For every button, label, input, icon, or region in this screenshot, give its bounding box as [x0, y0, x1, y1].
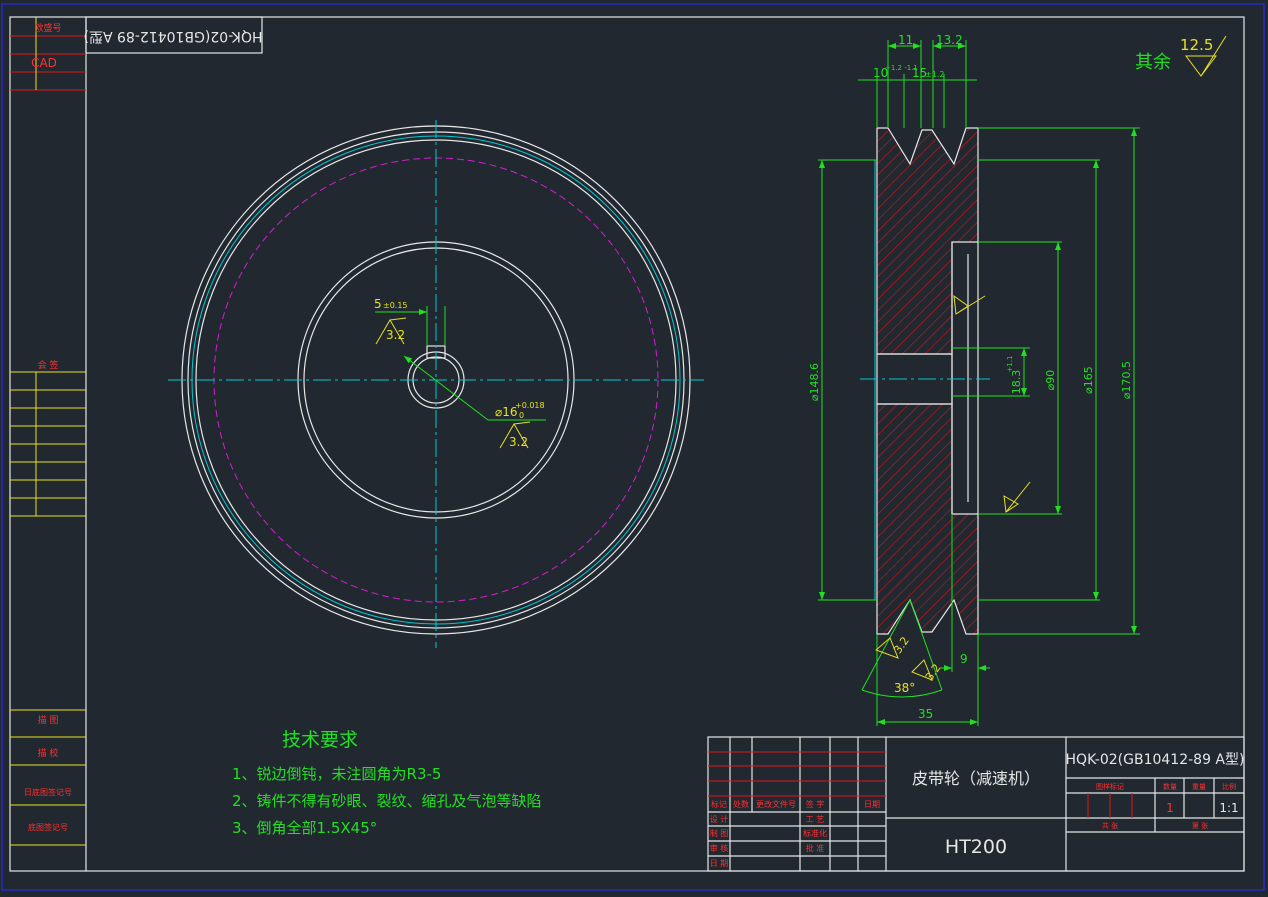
strip-label-6: 底图签记号: [28, 822, 68, 832]
dim-165: ⌀165: [1082, 366, 1095, 394]
dim-170-5: ⌀170.5: [1120, 361, 1133, 399]
keyway-dimension: 5 ±0.15 3.2: [374, 297, 446, 346]
scale-value: 1:1: [1219, 801, 1238, 815]
section-hatch-lower: [876, 403, 979, 635]
tb-row-1: 制 图: [710, 828, 729, 838]
drawing-number: HQK-02(GB10412-89 A型): [1066, 752, 1245, 768]
tb-hdr-3: 签 字: [806, 799, 825, 809]
bore-rough-text: 3.2: [509, 435, 528, 449]
surface-note: 其余 12.5: [1135, 35, 1227, 77]
tb-hdr-1: 处数: [733, 799, 749, 809]
dim-9: 9: [960, 652, 968, 666]
strip-label-4: 描 校: [38, 747, 59, 759]
section-hatch-upper: [876, 127, 979, 355]
rf-0: 共 张: [1102, 821, 1118, 830]
cad-drawing-canvas[interactable]: 欧盛号 CAD 会 签 描 图 描 校 日底图签记号 底图签记号 HQK-02(…: [0, 0, 1268, 897]
dim-90: ⌀90: [1044, 370, 1057, 391]
tb-mid-1: 标准化: [803, 828, 827, 838]
rf-1: 第 张: [1192, 821, 1208, 830]
bore-tol-lower: 0: [519, 411, 524, 420]
rh-0: 图样标记: [1096, 782, 1124, 791]
dim-18-3-tol: +1.1: [1006, 356, 1014, 373]
tech-item-1: 1、锐边倒钝，未注圆角为R3-5: [232, 765, 441, 783]
part-name: 皮带轮（减速机）: [912, 769, 1040, 788]
tb-hdr-4: 日期: [864, 800, 880, 809]
keyway-tol-text: ±0.15: [383, 301, 408, 310]
surface-note-value: 12.5: [1180, 36, 1213, 54]
top-dimensions: 11 13.2 10 +1.2 -1.1 15 ±1.2: [858, 33, 977, 128]
surface-note-label: 其余: [1135, 52, 1171, 73]
dim-angle-38: 38°: [894, 681, 915, 695]
tb-mid-0: 工 艺: [806, 815, 825, 824]
strip-label-2: 会 签: [38, 359, 59, 371]
tb-hdr-2: 更改文件号: [756, 799, 796, 809]
bore-dimension: ⌀16 +0.018 0 3.2: [403, 355, 546, 449]
tb-hdr-0: 标记: [711, 799, 727, 809]
dim-13-2: 13.2: [936, 33, 963, 47]
rotated-title-text: HQK-02(GB10412-89 A型): [84, 28, 263, 44]
pulley-section-view[interactable]: 11 13.2 10 +1.2 -1.1 15 ±1.2 ⌀148.6 ⌀90 …: [808, 33, 1140, 726]
bore-tol-upper: +0.018: [515, 401, 545, 410]
title-block[interactable]: 标记 处数 更改文件号 签 字 日期 设 计 制 图 审 核 日 期 工 艺 标…: [707, 736, 1245, 872]
rh-2: 重量: [1192, 783, 1206, 791]
tech-item-3: 3、倒角全部1.5X45°: [232, 819, 377, 837]
rough-a: 3.2: [891, 634, 912, 656]
quantity-value: 1: [1166, 801, 1174, 815]
tb-mid-2: 批 准: [806, 843, 825, 853]
keyway-rough-text: 3.2: [386, 328, 405, 342]
tech-requirements: 技术要求 1、锐边倒钝，未注圆角为R3-5 2、铸件不得有砂眼、裂纹、缩孔及气泡…: [232, 729, 542, 837]
tb-row-2: 审 核: [710, 843, 729, 853]
strip-label-1: CAD: [31, 56, 57, 70]
tech-heading: 技术要求: [282, 729, 358, 751]
left-strip: 欧盛号 CAD 会 签 描 图 描 校 日底图签记号 底图签记号: [10, 17, 86, 846]
rh-1: 数量: [1163, 782, 1177, 791]
dim-148-6: ⌀148.6: [808, 363, 821, 401]
material: HT200: [945, 836, 1007, 858]
strip-label-3: 描 图: [38, 714, 59, 726]
tech-item-2: 2、铸件不得有砂眼、裂纹、缩孔及气泡等缺陷: [232, 792, 542, 810]
rotated-title-box: HQK-02(GB10412-89 A型): [84, 16, 263, 54]
dim-35: 35: [918, 707, 933, 721]
strip-label-0: 欧盛号: [34, 22, 61, 34]
tb-row-3: 日 期: [710, 859, 729, 868]
tb-row-0: 设 计: [710, 814, 729, 824]
pulley-front-view[interactable]: 5 ±0.15 3.2 ⌀16 +0.018 0 3.2: [168, 120, 704, 648]
rh-3: 比例: [1222, 782, 1236, 791]
strip-label-5: 日底图签记号: [24, 787, 72, 797]
dim-15-tol: ±1.2: [925, 70, 944, 79]
dim-11: 11: [898, 33, 913, 47]
keyway-width-text: 5: [374, 297, 382, 311]
